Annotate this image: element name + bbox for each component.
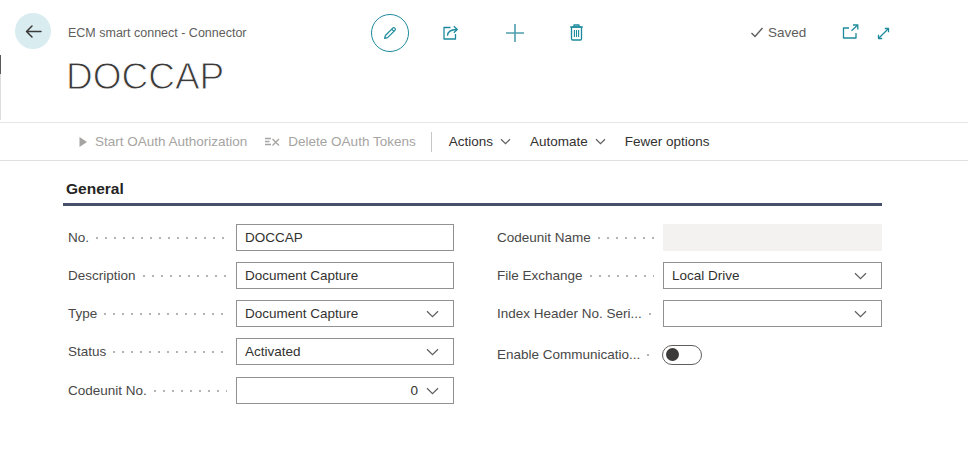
section-divider [63,203,882,206]
back-arrow-icon [24,24,43,39]
actions-label: Actions [449,134,493,149]
field-row-index-header-no-series: Index Header No. Seri... [497,300,882,327]
field-label: Codeunit Name [497,230,591,245]
file-exchange-select[interactable]: Local Drive [663,262,882,289]
new-button[interactable] [504,22,526,44]
field-label: Type [68,306,97,321]
fewer-options-button[interactable]: Fewer options [625,134,710,149]
dotted-leader [104,313,227,315]
window-edge-fragment [0,55,1,74]
field-row-no: No. DOCCAP [68,224,454,251]
index-header-no-series-select[interactable] [663,300,882,327]
field-row-file-exchange: File Exchange Local Drive [497,262,882,289]
field-label: File Exchange [497,268,583,283]
chevron-down-icon[interactable] [426,387,439,395]
trash-icon [567,22,586,43]
delete-oauth-tokens-label: Delete OAuth Tokens [288,134,415,149]
field-row-codeunit-name: Codeunit Name [497,224,882,251]
field-row-type: Type Document Capture [68,300,454,327]
chevron-down-icon[interactable] [854,272,867,280]
chevron-down-icon [500,138,511,145]
enable-communication-toggle[interactable] [662,345,702,365]
chevron-down-icon[interactable] [426,348,439,356]
dotted-leader [647,354,653,356]
chevron-down-icon[interactable] [854,310,867,318]
plus-icon [504,22,526,44]
dotted-leader [113,351,227,353]
check-icon [750,26,764,39]
dotted-leader [649,313,654,315]
action-bar: Start OAuth Authorization Delete OAuth T… [0,122,968,161]
field-label: No. [68,230,89,245]
dotted-leader [96,237,227,239]
field-row-codeunit-no: Codeunit No. 0 [68,377,454,404]
delete-button[interactable] [567,22,586,43]
edit-button[interactable] [371,14,409,52]
expand-icon [875,25,892,42]
chevron-down-icon [595,138,606,145]
chevron-down-icon[interactable] [426,310,439,318]
share-button[interactable] [440,22,463,43]
field-label: Status [68,344,106,359]
field-label: Enable Communicatio... [497,347,640,362]
field-label: Description [68,268,136,283]
section-header-general[interactable]: General [66,180,124,198]
play-icon [78,136,88,148]
dotted-leader [143,275,227,277]
dotted-leader [598,237,654,239]
start-oauth-button[interactable]: Start OAuth Authorization [78,134,247,149]
dotted-leader [154,390,227,392]
type-select[interactable]: Document Capture [236,300,454,327]
open-in-window-button[interactable] [841,24,860,41]
share-icon [440,22,463,43]
breadcrumb-caption[interactable]: ECM smart connect - Connector [68,26,247,40]
pencil-icon [381,24,399,42]
delete-oauth-tokens-button[interactable]: Delete OAuth Tokens [264,134,415,149]
toolbar-separator [431,132,432,152]
actions-menu[interactable]: Actions [449,134,511,149]
automate-label: Automate [530,134,588,149]
field-label: Index Header No. Seri... [497,306,642,321]
fullscreen-button[interactable] [875,25,892,42]
toggle-knob [666,348,679,361]
popout-icon [841,24,860,41]
automate-menu[interactable]: Automate [530,134,606,149]
codeunit-no-select[interactable]: 0 [236,377,454,404]
field-row-status: Status Activated [68,338,454,365]
start-oauth-label: Start OAuth Authorization [95,134,247,149]
delete-tokens-icon [264,135,281,149]
page-title: DOCCAP [66,56,224,98]
no-input[interactable]: DOCCAP [236,224,454,251]
field-row-enable-communication: Enable Communicatio... [497,341,882,368]
save-status-label: Saved [768,25,806,40]
dotted-leader [590,275,654,277]
codeunit-name-input-disabled [663,224,882,251]
fewer-options-label: Fewer options [625,134,710,149]
description-input[interactable]: Document Capture [236,262,454,289]
field-row-description: Description Document Capture [68,262,454,289]
field-label: Codeunit No. [68,383,147,398]
status-select[interactable]: Activated [236,338,454,365]
save-status: Saved [750,25,806,40]
back-button[interactable] [15,13,51,49]
window-edge-fragment-light [0,74,1,120]
